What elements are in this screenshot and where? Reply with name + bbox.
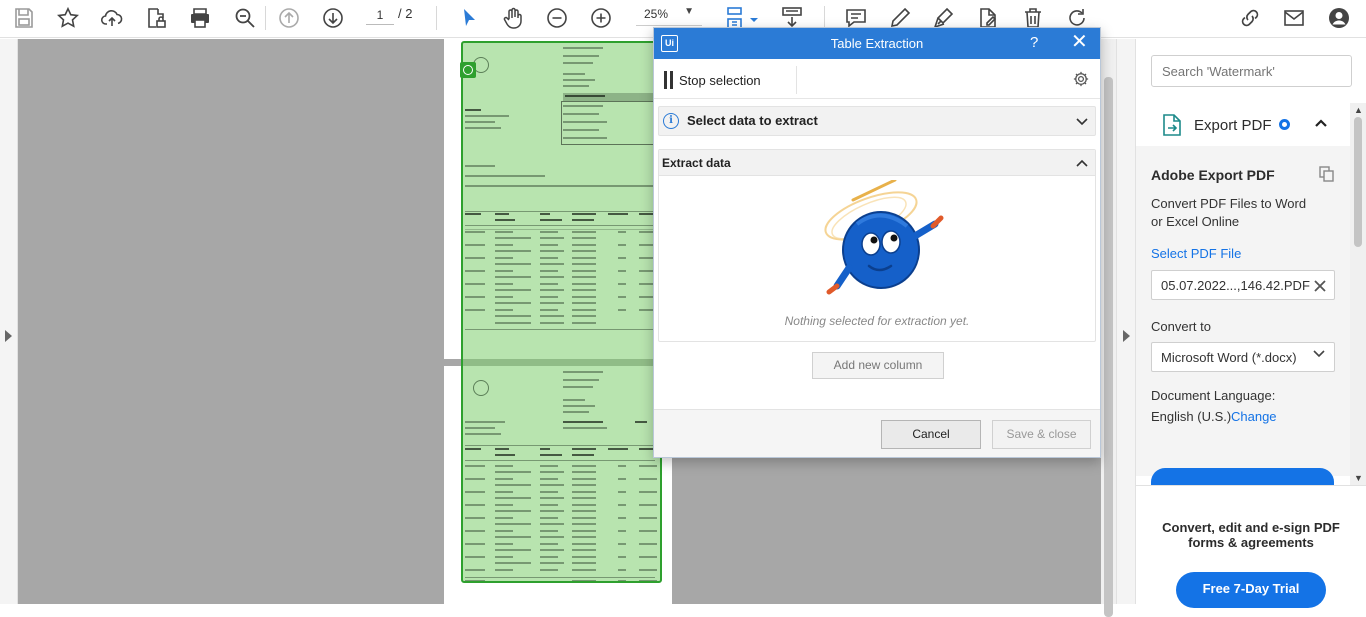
- scroll-down-icon[interactable]: ▼: [1354, 473, 1363, 483]
- export-pdf-panel: Adobe Export PDF Convert PDF Files to Wo…: [1136, 146, 1350, 494]
- adobe-export-title: Adobe Export PDF: [1151, 167, 1275, 183]
- extract-data-header[interactable]: Extract data: [659, 150, 1095, 176]
- pause-icon: [664, 71, 673, 89]
- empty-state-message: Nothing selected for extraction yet.: [784, 314, 970, 328]
- selected-file-field[interactable]: 05.07.2022...,146.42.PDF: [1151, 270, 1335, 300]
- page-up-icon[interactable]: [274, 3, 304, 33]
- mascot-illustration: [809, 178, 949, 309]
- chevron-right-icon: [5, 330, 12, 342]
- export-pdf-icon: [1161, 113, 1183, 140]
- extract-data-section: Extract data Nothing selected for extrac…: [658, 149, 1096, 342]
- free-trial-button[interactable]: Free 7-Day Trial: [1176, 572, 1326, 608]
- tools-search-input[interactable]: [1151, 55, 1352, 87]
- promo-text: Convert, edit and e-sign PDF forms & agr…: [1162, 520, 1340, 550]
- document-content: [463, 43, 660, 581]
- chevron-down-icon: ▼: [684, 6, 694, 17]
- close-button[interactable]: ✕: [1071, 31, 1088, 53]
- save-icon[interactable]: [9, 3, 39, 33]
- info-icon: i: [663, 113, 679, 129]
- cancel-button[interactable]: Cancel: [881, 420, 981, 449]
- upload-cloud-icon[interactable]: [97, 3, 127, 33]
- print-icon[interactable]: [185, 3, 215, 33]
- save-close-button[interactable]: Save & close: [992, 420, 1091, 449]
- chevron-down-icon[interactable]: [1075, 111, 1089, 132]
- zoom-search-icon[interactable]: [230, 3, 260, 33]
- help-button[interactable]: ?: [1030, 34, 1038, 51]
- select-pdf-link[interactable]: Select PDF File: [1151, 246, 1241, 261]
- selection-handle[interactable]: [460, 62, 476, 78]
- add-column-button[interactable]: Add new column: [812, 352, 944, 379]
- export-description: Convert PDF Files to Word or Excel Onlin…: [1151, 196, 1307, 229]
- page-number-input[interactable]: [366, 5, 394, 25]
- dialog-footer: Cancel Save & close: [654, 409, 1100, 457]
- selected-file-name: 05.07.2022...,146.42.PDF: [1161, 278, 1310, 293]
- convert-to-label: Convert to: [1151, 319, 1211, 334]
- gear-icon[interactable]: [1072, 70, 1090, 91]
- tools-pane: Export PDF Adobe Export PDF Convert PDF …: [1136, 39, 1366, 608]
- scrollbar-thumb[interactable]: [1104, 77, 1113, 617]
- mail-icon[interactable]: [1279, 3, 1309, 33]
- document-language-value: English (U.S.): [1151, 409, 1232, 424]
- close-icon[interactable]: [1313, 275, 1327, 298]
- lock-document-icon[interactable]: [141, 3, 171, 33]
- company-logo: [473, 380, 489, 396]
- zoom-dropdown[interactable]: 25% ▼: [636, 4, 702, 26]
- chevron-up-icon[interactable]: [1075, 154, 1089, 173]
- right-panel-toggle[interactable]: [1116, 39, 1136, 604]
- stop-selection-label: Stop selection: [679, 73, 761, 88]
- extract-data-title: Extract data: [662, 156, 731, 170]
- left-panel-toggle[interactable]: [0, 39, 18, 604]
- export-pdf-title: Export PDF: [1194, 117, 1272, 134]
- export-pdf-header[interactable]: Export PDF: [1136, 101, 1350, 146]
- change-language-link[interactable]: Change: [1231, 409, 1277, 424]
- zoom-in-icon[interactable]: [586, 3, 616, 33]
- info-badge-icon: [1279, 119, 1290, 130]
- chevron-right-icon: [1123, 330, 1130, 342]
- toolbar-divider: [796, 66, 797, 94]
- table-extraction-dialog: Ui Table Extraction ? ✕ Stop selection i…: [653, 27, 1101, 458]
- document-language-label: Document Language:: [1151, 388, 1276, 403]
- dialog-titlebar[interactable]: Ui Table Extraction ? ✕: [654, 28, 1100, 59]
- chevron-down-icon: [1313, 350, 1325, 361]
- toolbar-divider: [265, 6, 266, 30]
- link-icon[interactable]: [1235, 3, 1265, 33]
- page-down-icon[interactable]: [318, 3, 348, 33]
- star-icon[interactable]: [53, 3, 83, 33]
- chevron-up-icon[interactable]: [1314, 115, 1328, 131]
- copy-icon[interactable]: [1318, 165, 1336, 186]
- zoom-level: 25%: [644, 7, 669, 21]
- pane-scrollbar[interactable]: ▲ ▼: [1350, 103, 1366, 485]
- page-total: / 2: [398, 6, 413, 21]
- table-selection-region[interactable]: [461, 41, 662, 583]
- select-cursor-icon[interactable]: [454, 3, 484, 33]
- convert-format-select[interactable]: Microsoft Word (*.docx): [1151, 342, 1335, 372]
- promo-footer: Convert, edit and e-sign PDF forms & agr…: [1136, 485, 1366, 608]
- select-data-section[interactable]: i Select data to extract: [658, 106, 1096, 136]
- document-scrollbar[interactable]: [1101, 39, 1116, 617]
- zoom-out-icon[interactable]: [542, 3, 572, 33]
- toolbar-divider: [436, 6, 437, 30]
- hand-icon[interactable]: [498, 3, 528, 33]
- convert-format-value: Microsoft Word (*.docx): [1161, 350, 1297, 365]
- scrollbar-thumb[interactable]: [1354, 117, 1362, 247]
- select-data-title: Select data to extract: [687, 113, 818, 128]
- divider: [654, 98, 1100, 99]
- account-icon[interactable]: [1324, 3, 1354, 33]
- scroll-up-icon[interactable]: ▲: [1354, 105, 1363, 115]
